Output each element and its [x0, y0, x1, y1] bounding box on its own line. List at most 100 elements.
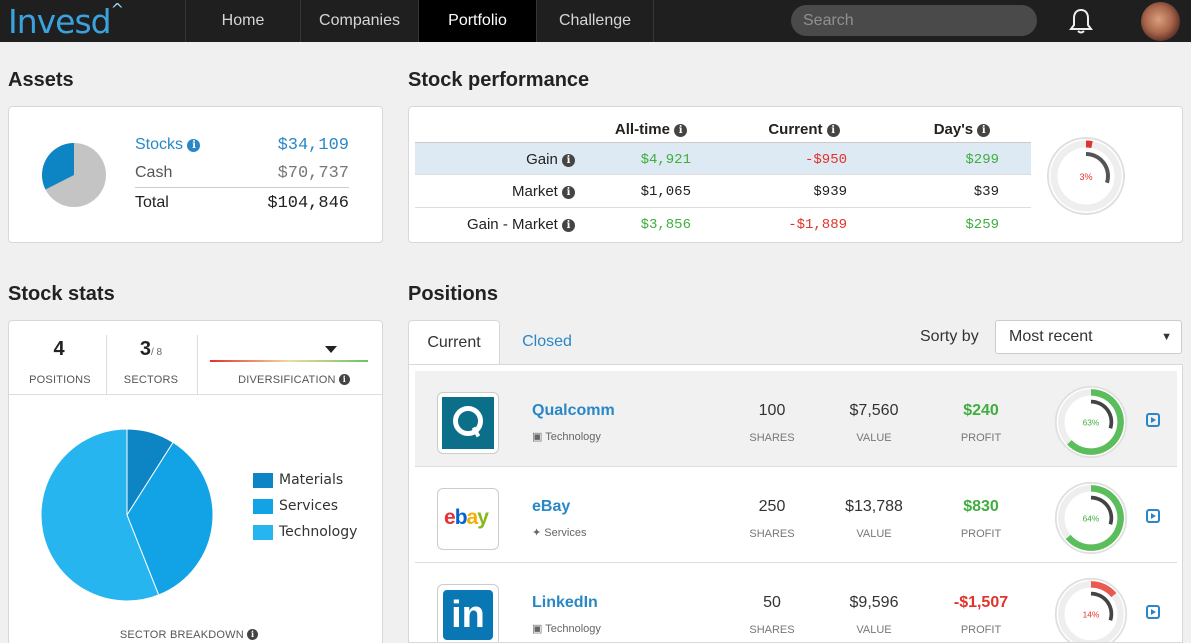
info-icon[interactable]: i — [562, 186, 575, 199]
cell-days: $39 — [973, 184, 999, 200]
tab-current[interactable]: Current — [408, 320, 500, 364]
shares-label: SHARES — [749, 528, 795, 540]
bell-icon[interactable] — [1068, 7, 1094, 35]
performance-gauge: 3% — [1047, 137, 1125, 215]
legend-swatch — [253, 499, 273, 514]
position-sector: ▣ Technology — [532, 622, 601, 635]
position-name[interactable]: LinkedIn — [532, 594, 598, 612]
legend-swatch — [253, 473, 273, 488]
search-input[interactable] — [791, 5, 1037, 36]
avatar[interactable] — [1141, 2, 1180, 41]
col-current-header: Current i — [749, 121, 859, 138]
assets-title: Assets — [8, 69, 74, 91]
info-icon[interactable]: i — [187, 139, 201, 152]
diversification-label: DIVERSIFICATION i — [219, 374, 369, 386]
total-label: Total — [135, 194, 169, 211]
value-label: VALUE — [856, 528, 892, 540]
profit-label: PROFIT — [960, 432, 1002, 444]
list-item[interactable]: Qualcomm ▣ Technology 100 SHARES $7,560 … — [415, 371, 1177, 467]
position-shares: 250 — [758, 498, 786, 515]
shares-label: SHARES — [749, 432, 795, 444]
position-profit: $240 — [963, 402, 999, 419]
info-icon[interactable]: i — [562, 219, 575, 232]
info-icon[interactable]: i — [977, 124, 991, 137]
legend-label: Materials — [279, 472, 344, 488]
positions-count: 4 — [53, 338, 65, 360]
assets-pie-chart — [42, 143, 106, 207]
sectors-label: SECTORS — [123, 374, 179, 386]
stocks-label[interactable]: Stocks i — [135, 136, 201, 154]
row-label: Gain i — [526, 151, 575, 168]
sector-breakdown-text: SECTOR BREAKDOWN — [119, 629, 244, 641]
sector-pie-chart — [40, 428, 214, 602]
col-days-header: Day's i — [917, 121, 1007, 138]
position-value: $9,596 — [849, 594, 899, 611]
linkedin-logo-mark: in — [443, 590, 493, 640]
positions-list: Qualcomm ▣ Technology 100 SHARES $7,560 … — [408, 364, 1183, 643]
position-gauge: 14% — [1054, 577, 1128, 642]
linkedin-logo: in — [437, 584, 499, 642]
value-label: VALUE — [856, 432, 892, 444]
info-icon[interactable]: i — [826, 124, 840, 137]
play-icon[interactable] — [1146, 605, 1160, 619]
sort-label: Sorty by — [920, 328, 979, 345]
value-label: VALUE — [856, 624, 892, 636]
cell-alltime: $3,856 — [640, 217, 691, 233]
position-sector-text: Services — [544, 527, 587, 539]
play-icon[interactable] — [1146, 413, 1160, 427]
info-icon[interactable]: i — [674, 124, 688, 137]
row-label: Market i — [512, 183, 575, 200]
total-row: Total $104,846 — [135, 190, 349, 218]
gauge-label: 14% — [1083, 610, 1100, 620]
diversification-label-text: DIVERSIFICATION — [238, 374, 336, 386]
cell-days: $299 — [965, 152, 999, 168]
cash-value: $70,737 — [277, 164, 349, 183]
stocks-label-text: Stocks — [135, 136, 184, 153]
profit-label: PROFIT — [960, 624, 1002, 636]
position-gauge: 63% — [1054, 385, 1128, 459]
nav-tab-challenge[interactable]: Challenge — [536, 0, 654, 42]
table-row-gain: Gain i $4,921 -$950 $299 — [415, 142, 1031, 175]
info-icon[interactable]: i — [562, 154, 575, 167]
sort-select[interactable]: Most recent ▼ — [995, 320, 1182, 354]
list-item[interactable]: ebay eBay ✦ Services 250 SHARES $13,788 … — [415, 467, 1177, 563]
cell-current: -$950 — [804, 152, 847, 168]
gauge-label: 63% — [1083, 418, 1100, 428]
laptop-icon: ▣ — [532, 431, 543, 443]
laptop-icon: ▣ — [532, 623, 543, 635]
position-shares: 100 — [758, 402, 786, 419]
cell-alltime: $1,065 — [640, 184, 691, 200]
play-icon[interactable] — [1146, 509, 1160, 523]
tab-closed[interactable]: Closed — [505, 320, 589, 364]
cell-days: $259 — [965, 217, 999, 233]
position-sector-text: Technology — [545, 431, 601, 443]
profit-label: PROFIT — [960, 528, 1002, 540]
sort-value: Most recent — [1009, 328, 1093, 345]
list-item[interactable]: in LinkedIn ▣ Technology 50 SHARES $9,59… — [415, 563, 1177, 642]
col-days-label: Day's — [933, 121, 974, 138]
nav-tab-portfolio[interactable]: Portfolio — [418, 0, 536, 42]
chevron-down-icon: ▼ — [1161, 331, 1172, 343]
info-icon[interactable]: i — [338, 374, 350, 385]
position-sector: ▣ Technology — [532, 430, 601, 443]
performance-panel: All-time i Current i Day's i Gain i $4,9… — [408, 106, 1183, 243]
diversification-bar — [210, 360, 368, 362]
row-label-text: Market — [511, 183, 558, 200]
position-name[interactable]: eBay — [532, 498, 570, 516]
cell-alltime: $4,921 — [640, 152, 691, 168]
positions-label: POSITIONS — [29, 374, 91, 386]
nav-tab-companies[interactable]: Companies — [300, 0, 418, 42]
cell-current: -$1,889 — [788, 217, 847, 233]
position-profit: $830 — [963, 498, 999, 515]
legend-label: Technology — [279, 524, 358, 540]
position-name[interactable]: Qualcomm — [532, 402, 615, 420]
invesd-logo[interactable]: Invesd^ — [8, 0, 124, 41]
position-shares: 50 — [763, 594, 781, 611]
col-alltime-label: All-time — [614, 121, 670, 138]
col-current-label: Current — [768, 121, 823, 138]
info-icon[interactable]: i — [247, 629, 259, 640]
stats-panel: 4 POSITIONS 3/ 8 SECTORS DIVERSIFICATION… — [8, 320, 383, 643]
nav-tab-home[interactable]: Home — [185, 0, 300, 42]
stocks-row: Stocks i $34,109 — [135, 132, 349, 160]
ebay-logo: ebay — [437, 488, 499, 550]
